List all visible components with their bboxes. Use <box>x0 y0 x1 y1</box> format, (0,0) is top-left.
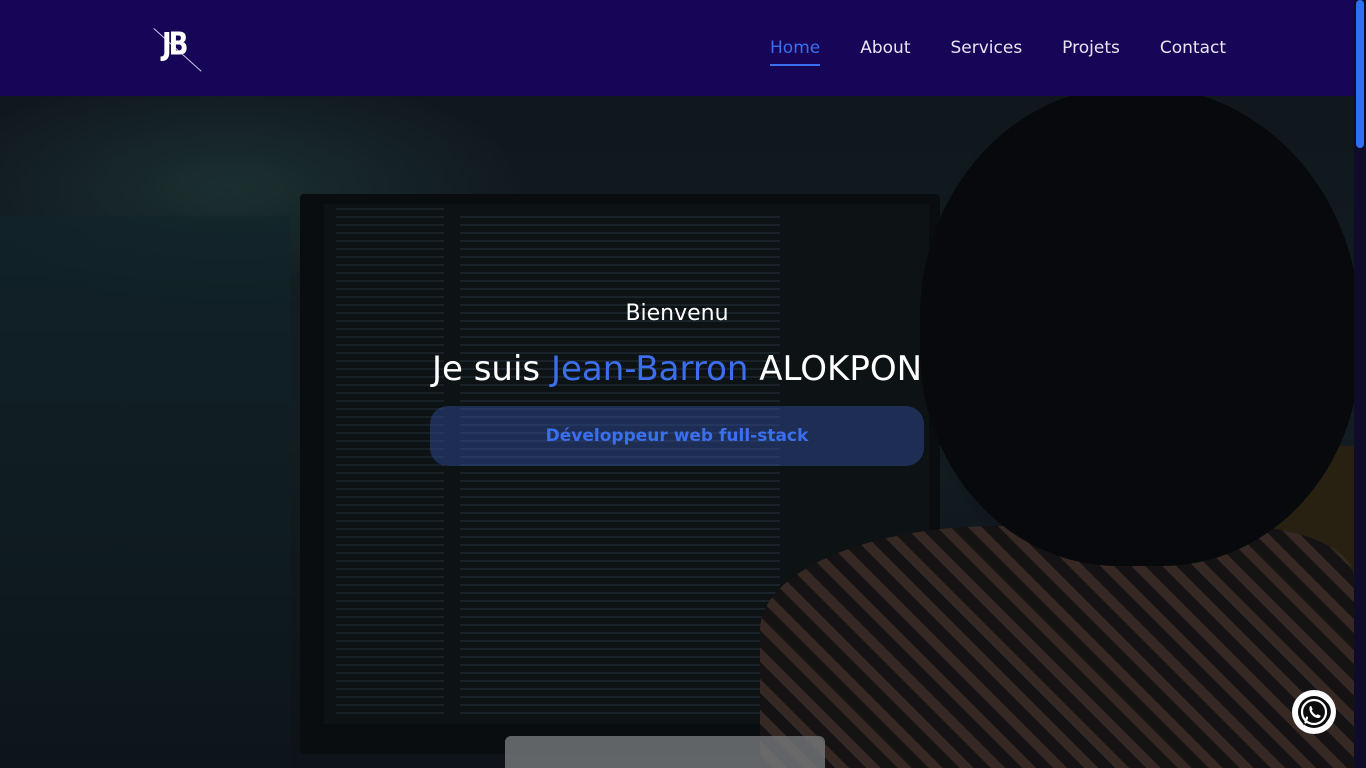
nav-link-home[interactable]: Home <box>770 32 821 66</box>
site-logo[interactable]: JB <box>150 24 202 72</box>
main-nav: Home About Services Projets Contact <box>770 0 1226 96</box>
nav-link-contact[interactable]: Contact <box>1160 32 1226 64</box>
navbar: JB Home About Services Projets Contact <box>0 0 1354 96</box>
hero-greeting: Bienvenu <box>625 301 729 326</box>
nav-link-projets[interactable]: Projets <box>1062 32 1120 64</box>
role-text: Développeur web full-stack <box>545 426 809 446</box>
whatsapp-icon <box>1298 696 1331 728</box>
hero-headline: Je suis Jean-Barron ALOKPON <box>0 349 1354 389</box>
nav-link-services[interactable]: Services <box>950 32 1022 64</box>
headline-name-rest: ALOKPON <box>759 349 923 389</box>
nav-link-about[interactable]: About <box>860 32 910 64</box>
page-scrollbar[interactable] <box>1354 0 1366 768</box>
scrollbar-thumb[interactable] <box>1356 0 1364 148</box>
headline-name-accent: Jean-Barron <box>550 349 749 389</box>
whatsapp-button[interactable] <box>1292 690 1336 734</box>
role-badge: Développeur web full-stack <box>430 406 924 466</box>
headline-prefix: Je suis <box>431 349 541 389</box>
logo-text: JB <box>162 27 188 63</box>
